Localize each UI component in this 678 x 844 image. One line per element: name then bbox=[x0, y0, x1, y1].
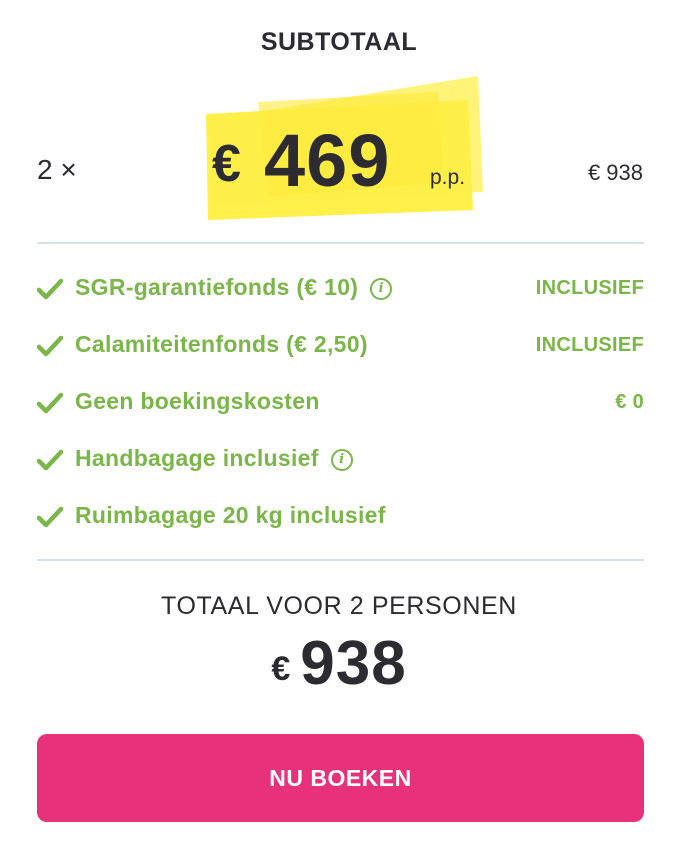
fee-value-calamiteiten: INCLUSIEF bbox=[535, 334, 644, 356]
subtotal-title: SUBTOTAAL bbox=[260, 28, 418, 56]
info-icon[interactable]: i bbox=[370, 278, 393, 300]
total-title: TOTAAL VOOR 2 PERSONEN bbox=[161, 592, 517, 620]
quantity-label: 2 × bbox=[37, 154, 77, 185]
fee-row-calamiteiten: Calamiteitenfonds (€ 2,50) INCLUSIEF bbox=[37, 327, 644, 384]
price-per-person: € 469 p.p. bbox=[212, 118, 482, 202]
fee-label-calamiteiten: Calamiteitenfonds (€ 2,50) bbox=[75, 331, 368, 357]
check-icon bbox=[37, 449, 63, 471]
fee-list: SGR-garantiefonds (€ 10) i INCLUSIEF Cala… bbox=[37, 270, 644, 555]
fee-row-boekingskosten: Geen boekingskosten € 0 bbox=[37, 384, 644, 441]
price-currency: € bbox=[212, 135, 241, 193]
check-icon bbox=[37, 506, 63, 528]
info-icon[interactable]: i bbox=[330, 449, 353, 471]
check-icon bbox=[37, 278, 63, 300]
divider-top bbox=[37, 242, 644, 244]
subtotal-row-total: € 938 bbox=[587, 160, 643, 185]
fee-label-ruimbagage: Ruimbagage 20 kg inclusief bbox=[75, 502, 386, 528]
check-icon bbox=[37, 335, 63, 357]
total-price: €938 bbox=[0, 628, 678, 699]
check-icon bbox=[37, 392, 63, 414]
fee-label-handbagage: Handbagage inclusief bbox=[75, 445, 319, 471]
fee-row-sgr: SGR-garantiefonds (€ 10) i INCLUSIEF bbox=[37, 270, 644, 327]
price-unit: p.p. bbox=[430, 166, 466, 189]
fee-label-boekingskosten: Geen boekingskosten bbox=[75, 388, 320, 414]
fee-value-boekingskosten: € 0 bbox=[615, 391, 644, 413]
fee-row-ruimbagage: Ruimbagage 20 kg inclusief bbox=[37, 498, 644, 555]
total-amount: 938 bbox=[300, 629, 407, 698]
fee-value-sgr: INCLUSIEF bbox=[535, 277, 644, 299]
fee-label-sgr: SGR-garantiefonds (€ 10) bbox=[75, 274, 359, 300]
total-currency: € bbox=[271, 650, 291, 688]
price-amount: 469 bbox=[264, 119, 391, 202]
fee-row-handbagage: Handbagage inclusief i bbox=[37, 441, 644, 498]
divider-bottom bbox=[37, 559, 644, 561]
book-now-button[interactable]: NU BOEKEN bbox=[37, 734, 644, 822]
